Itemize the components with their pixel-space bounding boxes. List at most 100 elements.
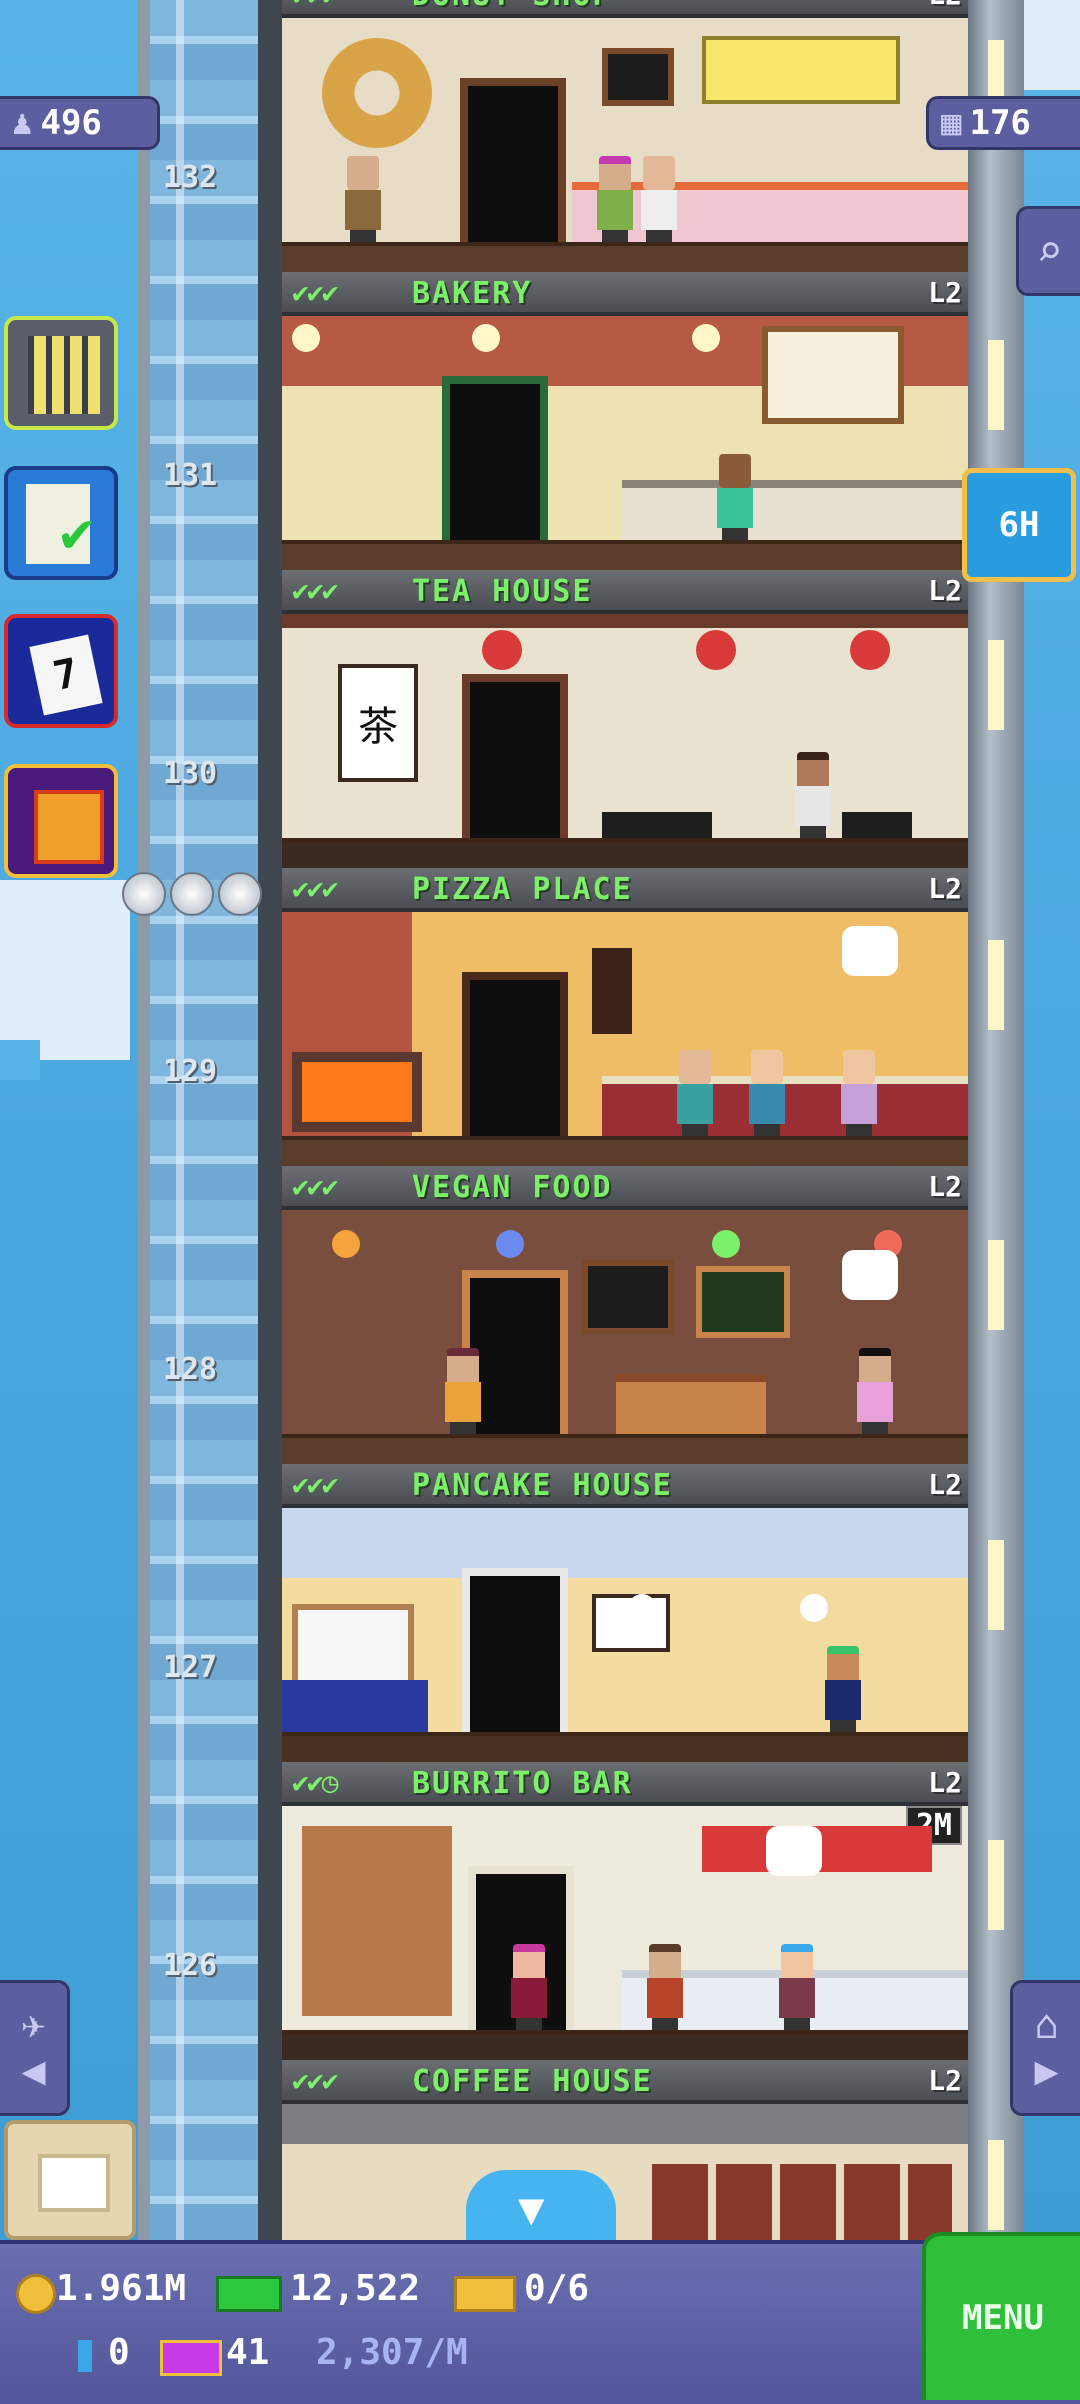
floor-vegan-food[interactable]: ✔✔✔ VEGAN FOOD L2 (282, 1166, 968, 1464)
floor-header: ✔✔✔ BAKERY L2 (282, 272, 968, 316)
floor-name: VEGAN FOOD (412, 1170, 613, 1205)
floor-number: 126 (162, 1948, 218, 1983)
check-icons: ✔✔✔ (292, 0, 339, 11)
vip-icon (160, 2340, 222, 2376)
scroll-down-button[interactable]: ▼ (466, 2170, 616, 2250)
chevron-right-icon: ▶ (1034, 2048, 1059, 2094)
tower-window (988, 2140, 1004, 2230)
floor-header: ✔✔✔ VEGAN FOOD L2 (282, 1166, 968, 1210)
price-sign (702, 36, 900, 104)
room-interior: 2M (282, 1806, 968, 2060)
floor-header: ✔✔✔ PANCAKE HOUSE L2 (282, 1464, 968, 1508)
cloud (0, 880, 130, 1060)
bakery-counter (622, 480, 968, 544)
timer-button[interactable]: 6H (962, 468, 1076, 582)
gift-button[interactable] (4, 764, 118, 878)
floor-bakery[interactable]: ✔✔✔ BAKERY L2 (282, 272, 968, 570)
home-icon: ⌂ (1034, 2002, 1059, 2048)
menu-button[interactable]: MENU (922, 2232, 1080, 2400)
floor-pancake-house[interactable]: ✔✔✔ PANCAKE HOUSE L2 (282, 1464, 968, 1762)
cloud (0, 1040, 40, 1080)
clerk (776, 1944, 818, 2034)
room-floor (282, 838, 968, 868)
pendant-lamp (628, 1594, 656, 1622)
coins-value: 1.961M (56, 2268, 187, 2309)
ceiling-lamp (292, 324, 320, 352)
star-icon (122, 872, 166, 916)
building-icon: ▦ (941, 103, 962, 143)
calendar-event-button[interactable]: 7 (4, 614, 118, 728)
menu-board (652, 2164, 952, 2240)
floor-number: 127 (162, 1650, 218, 1685)
floors-counter[interactable]: ▦ 176 (926, 96, 1080, 150)
calendar-icon: 7 (29, 634, 103, 716)
elevator-cable (176, 0, 184, 2240)
room-floor (282, 1434, 968, 1464)
window (292, 1604, 414, 1686)
room-interior (282, 18, 968, 272)
person-icon: ✈ (21, 2002, 46, 2048)
floor-level: L2 (928, 0, 962, 11)
floor-name: BURRITO BAR (412, 1766, 633, 1801)
floor-number: 131 (162, 458, 218, 493)
bux-value: 12,522 (290, 2268, 421, 2309)
menu-board (592, 948, 632, 1034)
chef (838, 1050, 880, 1140)
customer (442, 1348, 484, 1438)
donut-sign-icon (322, 38, 432, 148)
red-lantern-icon (850, 630, 890, 670)
tower-window (988, 1240, 1004, 1330)
roof-nav-button[interactable]: ⌂ ▶ (1010, 1980, 1080, 2116)
floor-coffee-house[interactable]: ✔✔✔ COFFEE HOUSE L2 (282, 2060, 968, 2240)
ceiling-lamp (496, 1230, 524, 1258)
gift-icon (34, 790, 104, 864)
tea-character: 茶 (358, 704, 398, 750)
tower-window (988, 1540, 1004, 1630)
room-interior: 茶 (282, 614, 968, 868)
tower-window (988, 340, 1004, 430)
menu-board (582, 1260, 674, 1334)
customer (854, 1348, 896, 1438)
customer (746, 1050, 788, 1140)
missions-button[interactable]: ✔ (4, 466, 118, 580)
ceiling-lamp (692, 324, 720, 352)
floors-value: 176 (969, 103, 1031, 143)
population-counter[interactable]: ♟ 496 (0, 96, 160, 150)
floor-level: L2 (928, 872, 962, 905)
baker (714, 454, 756, 544)
floor-burrito-bar[interactable]: ✔✔◷ BURRITO BAR L2 2M (282, 1762, 968, 2060)
room-floor (282, 2030, 968, 2060)
tower-overview-button[interactable] (4, 316, 118, 430)
chevron-left-icon[interactable]: ◀ (21, 2048, 45, 2094)
floor-header: ✔✔✔ COFFEE HOUSE L2 (282, 2060, 968, 2104)
floor-header: ✔✔✔ DONUT SHOP L2 (282, 0, 968, 18)
ceiling-lamp (332, 1230, 360, 1258)
room-floor (282, 242, 968, 272)
floor-donut-shop[interactable]: ✔✔✔ DONUT SHOP L2 (282, 0, 968, 272)
keys-value: 0 (108, 2332, 130, 2373)
key-icon (78, 2340, 92, 2372)
menu-board (696, 1266, 790, 1338)
tower-window (988, 1840, 1004, 1930)
menu-board (602, 48, 674, 106)
floor-name: TEA HOUSE (412, 574, 593, 609)
lobby-nav-button: ✈ ◀ (0, 1980, 70, 2116)
floor-level: L2 (928, 1170, 962, 1203)
floor-level: L2 (928, 574, 962, 607)
bux-icon (216, 2276, 282, 2312)
tickets-value: 0/6 (524, 2268, 590, 2309)
room-floor (282, 1732, 968, 1762)
check-icons: ✔✔✔ (292, 574, 339, 607)
door (460, 78, 566, 246)
inventory-crate-button[interactable] (4, 2120, 136, 2240)
clerk (638, 156, 680, 246)
search-button[interactable]: ⌕ (1016, 206, 1080, 296)
tower-window (988, 940, 1004, 1030)
customer (822, 1646, 864, 1736)
floor-tea-house[interactable]: ✔✔✔ TEA HOUSE L2 茶 (282, 570, 968, 868)
door (462, 674, 568, 842)
crate-icon (38, 2154, 110, 2212)
check-icons: ✔✔✔ (292, 2064, 339, 2097)
room-interior (282, 1210, 968, 1464)
floor-pizza-place[interactable]: ✔✔✔ PIZZA PLACE L2 (282, 868, 968, 1166)
